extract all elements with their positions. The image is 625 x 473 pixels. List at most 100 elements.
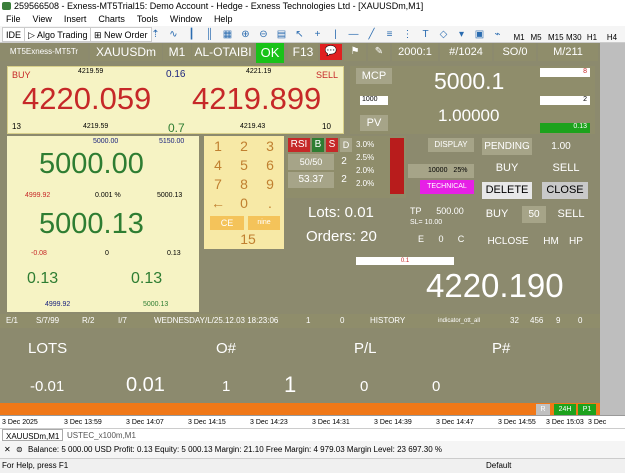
info-s: S/7/99	[36, 316, 60, 325]
key-5[interactable]: 5	[233, 157, 255, 174]
delete-button[interactable]: DELETE	[482, 182, 532, 199]
chart-icon[interactable]: ⇡	[150, 29, 161, 40]
equity-value: 5000.13	[39, 208, 144, 240]
more-icon[interactable]: ▾	[456, 29, 467, 40]
menu-tools[interactable]: Tools	[131, 12, 164, 26]
pending-button[interactable]: PENDING	[482, 138, 532, 155]
p1-button[interactable]: P1	[578, 404, 596, 415]
text-icon[interactable]: T	[420, 29, 431, 40]
pv-value: 1.00000	[438, 106, 500, 125]
window-icon[interactable]: ▣	[474, 29, 485, 40]
key-back[interactable]: ←	[207, 195, 229, 212]
line-icon[interactable]: ∿	[168, 29, 179, 40]
pv-button[interactable]: PV	[360, 115, 388, 131]
close-button[interactable]: CLOSE	[542, 182, 588, 199]
buy-price[interactable]: 4220.059	[22, 81, 151, 117]
chat-icon[interactable]: 💬	[320, 44, 342, 60]
chart-area[interactable]: MT5Exness-MT5Tr XAUUSDm M1 AL-OTAIBI OK …	[0, 43, 600, 428]
fibo-icon[interactable]: ⋮	[402, 29, 413, 40]
key-2[interactable]: 2	[233, 138, 255, 155]
lot-value[interactable]: 50	[522, 206, 546, 223]
r-button[interactable]: R	[536, 404, 550, 415]
menu-help[interactable]: Help	[208, 12, 239, 26]
help-text: For Help, press F1	[2, 461, 69, 470]
hline-icon[interactable]: —	[348, 29, 359, 40]
pct-2: 2.5%	[356, 153, 375, 162]
quote-panel: BUY 4219.59 0.16 4221.19 SELL 4220.059 4…	[7, 66, 344, 135]
close-icon[interactable]: ✕	[4, 441, 11, 458]
candle-icon[interactable]: ║	[204, 29, 215, 40]
buy-button[interactable]: BUY	[482, 160, 532, 177]
key-0[interactable]: 0	[233, 195, 255, 212]
settings-icon[interactable]: ⌁	[492, 29, 503, 40]
rsi-panel: RSI B S D 50/50 2 53.37 2 3.0% 2.5% 2.0%…	[286, 136, 406, 198]
menu-charts[interactable]: Charts	[92, 12, 131, 26]
menu-file[interactable]: File	[0, 12, 27, 26]
grid-icon[interactable]: ▦	[222, 29, 233, 40]
o-button[interactable]: 0	[434, 232, 448, 246]
sell-button[interactable]: SELL	[546, 160, 586, 177]
col-pl: P/L	[354, 340, 377, 357]
key-8[interactable]: 8	[233, 176, 255, 193]
key-4[interactable]: 4	[207, 157, 229, 174]
eq-1: -0.08	[31, 250, 47, 257]
bar-icon[interactable]: ┃	[186, 29, 197, 40]
small-input[interactable]: 0.1	[356, 257, 454, 265]
menu-view[interactable]: View	[27, 12, 58, 26]
h24-button[interactable]: 24H	[554, 404, 576, 415]
b-button[interactable]: B	[312, 138, 324, 152]
history-button[interactable]: HISTORY	[370, 314, 405, 328]
key-dot[interactable]: .	[259, 195, 281, 212]
crosshair-icon[interactable]: +	[312, 29, 323, 40]
zoom-in-icon[interactable]: ⊕	[240, 29, 251, 40]
sell-2-button[interactable]: SELL	[554, 206, 588, 223]
algo-label: Algo Trading	[36, 30, 88, 40]
menu-bar: File View Insert Charts Tools Window Help	[0, 12, 625, 26]
channel-icon[interactable]: ≡	[384, 29, 395, 40]
tech-row: 10000 25%	[408, 164, 474, 178]
hclose-button[interactable]: HCLOSE	[482, 233, 534, 250]
algo-trading-button[interactable]: ▷ Algo Trading	[24, 27, 92, 42]
display-button[interactable]: DISPLAY	[428, 138, 474, 152]
ce-button[interactable]: CE	[210, 216, 244, 230]
ticket-label: #/1024	[440, 43, 492, 61]
vline-icon[interactable]: |	[330, 29, 341, 40]
tool-icon[interactable]: ✎	[368, 43, 390, 61]
key-3[interactable]: 3	[259, 138, 281, 155]
key-9[interactable]: 9	[259, 176, 281, 193]
buy-2-button[interactable]: BUY	[482, 206, 512, 223]
ok-button[interactable]: OK	[256, 43, 284, 63]
menu-insert[interactable]: Insert	[58, 12, 93, 26]
trendline-icon[interactable]: ╱	[366, 29, 377, 40]
zoom-out-icon[interactable]: ⊖	[258, 29, 269, 40]
tile-icon[interactable]: ▤	[276, 29, 287, 40]
e-button[interactable]: E	[414, 232, 428, 246]
hp-button[interactable]: HP	[566, 233, 586, 250]
title-bar: 259566508 - Exness-MT5Trial15: Demo Acco…	[0, 0, 625, 12]
info-x4: 0	[578, 316, 583, 325]
broker-label: MT5Exness-MT5Tr	[0, 43, 88, 61]
c-button[interactable]: C	[454, 232, 468, 246]
cursor-icon[interactable]: ↖	[294, 29, 305, 40]
mcp-input[interactable]: 1000	[360, 96, 388, 105]
key-7[interactable]: 7	[207, 176, 229, 193]
mcp-button[interactable]: MCP	[356, 68, 392, 84]
hm-button[interactable]: HM	[542, 233, 560, 250]
menu-window[interactable]: Window	[164, 12, 208, 26]
key-6[interactable]: 6	[259, 157, 281, 174]
nine-button[interactable]: nine	[248, 216, 280, 230]
sell-price[interactable]: 4219.899	[192, 81, 321, 117]
rsi-button[interactable]: RSI	[288, 138, 310, 152]
new-order-button[interactable]: ⊞ New Order	[90, 27, 152, 42]
ratio-value: 50/50	[288, 154, 334, 170]
ide-button[interactable]: IDE	[2, 27, 26, 42]
tab-xauusd[interactable]: XAUUSDm,M1	[2, 429, 64, 441]
technical-button[interactable]: TECHNICAL	[420, 180, 474, 194]
key-1[interactable]: 1	[207, 138, 229, 155]
s-button[interactable]: S	[326, 138, 338, 152]
flag-icon[interactable]: ⚑	[344, 43, 366, 61]
d-button[interactable]: D	[340, 138, 352, 152]
mcp-badge-1: 8	[540, 68, 590, 77]
shapes-icon[interactable]: ◇	[438, 29, 449, 40]
info-x3: 9	[556, 316, 561, 325]
